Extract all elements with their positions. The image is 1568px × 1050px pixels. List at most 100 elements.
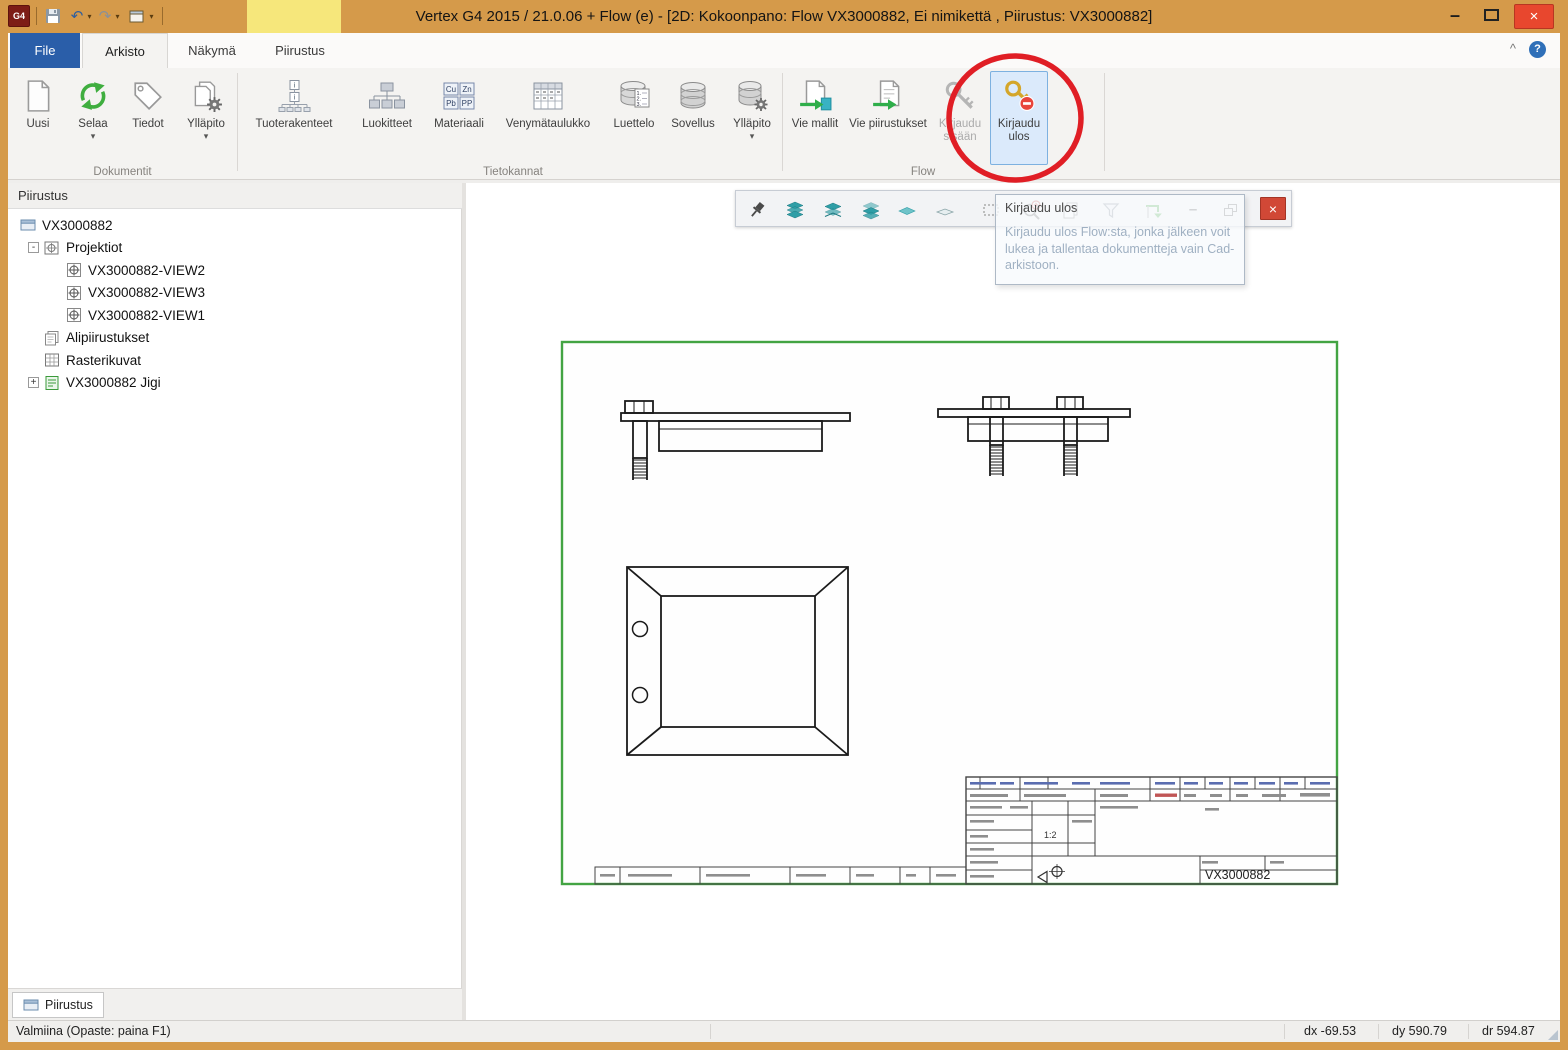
ribbon-button-vie-mallit[interactable]: Vie mallit xyxy=(788,71,842,165)
status-dr: dr 594.87 xyxy=(1482,1021,1535,1042)
status-dy: dy 590.79 xyxy=(1392,1021,1447,1042)
drawing-window-icon xyxy=(23,997,39,1013)
tree-item-view[interactable]: VX3000882-VIEW1 xyxy=(8,304,461,327)
ribbon-button-label: Vie piirustukset xyxy=(849,118,927,131)
quickbar-separator xyxy=(36,7,37,25)
tab-file[interactable]: File xyxy=(10,33,80,68)
svg-text:Cu: Cu xyxy=(446,85,456,94)
layer-flat-button[interactable] xyxy=(930,195,960,224)
ribbon-group-label: Flow xyxy=(788,166,1058,178)
svg-text:3.: 3. xyxy=(637,102,642,108)
save-button[interactable] xyxy=(42,5,64,27)
ribbon-button-yllapito-tietokannat[interactable]: Ylläpito ▾ xyxy=(724,71,780,165)
window-dropdown[interactable]: ▾ xyxy=(146,5,156,27)
ribbon-button-label: Kirjaudu sisään xyxy=(933,118,987,144)
product-structure-icon: ii xyxy=(276,79,313,113)
help-button[interactable]: ? xyxy=(1529,41,1546,58)
redo-dropdown[interactable]: ▾ xyxy=(112,5,122,27)
ribbon-button-luokitteet[interactable]: Luokitteet xyxy=(348,71,426,165)
undo-dropdown[interactable]: ▾ xyxy=(84,5,94,27)
pin-icon xyxy=(747,200,767,220)
database-icon xyxy=(676,80,710,112)
window-icon xyxy=(129,10,144,23)
status-bar: Valmiina (Opaste: paina F1) dx -69.53 dy… xyxy=(8,1020,1560,1042)
tab-arkisto[interactable]: Arkisto xyxy=(82,33,168,68)
ribbon-button-kirjaudu-ulos[interactable]: Kirjaudu ulos xyxy=(990,71,1048,165)
drawing-canvas[interactable] xyxy=(462,183,1560,1020)
view-crosshair-icon xyxy=(66,307,82,323)
browse-refresh-icon xyxy=(76,79,110,113)
subdrawings-icon xyxy=(44,330,60,346)
status-dx: dx -69.53 xyxy=(1304,1021,1356,1042)
layers-visible-button[interactable] xyxy=(856,195,886,224)
resize-grip[interactable] xyxy=(1548,1030,1558,1040)
layers-used-button[interactable] xyxy=(818,195,848,224)
ribbon-button-label: Ylläpito xyxy=(187,118,225,131)
projections-icon xyxy=(44,240,60,256)
close-button[interactable]: × xyxy=(1514,4,1554,29)
save-icon xyxy=(45,8,61,24)
svg-text:Pb: Pb xyxy=(446,99,456,108)
undo-icon: ↶ xyxy=(71,9,84,24)
ribbon-button-vie-piirustukset[interactable]: Vie piirustukset xyxy=(846,71,930,165)
collapse-ribbon-button[interactable]: ^ xyxy=(1510,41,1516,56)
tab-label: Piirustus xyxy=(45,998,93,1012)
tree-collapse-toggle[interactable]: - xyxy=(28,242,39,253)
tree-item-rasterikuvat[interactable]: Rasterikuvat xyxy=(8,349,461,372)
minimize-button[interactable]: – xyxy=(1440,4,1470,26)
tree-item-label: VX3000882 Jigi xyxy=(66,375,161,390)
app-logo-icon[interactable]: G4 xyxy=(8,5,30,27)
ribbon-button-selaa[interactable]: Selaa ▾ xyxy=(68,71,118,165)
close-icon: × xyxy=(1530,8,1539,25)
ribbon-button-sovellus[interactable]: Sovellus xyxy=(664,71,722,165)
window-frame-right xyxy=(1560,33,1568,1050)
tree-item-projektiot[interactable]: - Projektiot xyxy=(8,237,461,260)
toolbar-close-button[interactable]: × xyxy=(1260,197,1286,220)
window-title: Vertex G4 2015 / 21.0.06 + Flow (e) - [2… xyxy=(200,0,1368,33)
window-frame-bottom xyxy=(0,1042,1568,1050)
chevron-down-icon: ▾ xyxy=(115,12,119,21)
new-window-button[interactable] xyxy=(126,5,146,27)
status-message: Valmiina (Opaste: paina F1) xyxy=(16,1021,171,1042)
database-gear-icon xyxy=(735,80,769,112)
ribbon-button-tuoterakenteet[interactable]: ii Tuoterakenteet xyxy=(244,71,344,165)
drawing-window-icon xyxy=(20,217,36,233)
tree-item-view[interactable]: VX3000882-VIEW3 xyxy=(8,282,461,305)
tab-piirustus[interactable]: Piirustus xyxy=(256,33,344,68)
database-list-icon: 1.2.3. xyxy=(616,80,652,112)
raster-grid-icon xyxy=(44,352,60,368)
tree-expand-toggle[interactable]: + xyxy=(28,377,39,388)
ribbon-button-luettelo[interactable]: 1.2.3. Luettelo xyxy=(606,71,662,165)
ribbon-button-venymataulukko[interactable]: Venymätaulukko xyxy=(492,71,604,165)
ribbon-button-materiaali[interactable]: CuZnPbPP Materiaali xyxy=(428,71,490,165)
ribbon-button-tiedot[interactable]: Tiedot xyxy=(122,71,174,165)
tab-piirustus-bottom[interactable]: Piirustus xyxy=(12,992,104,1018)
minimize-icon: – xyxy=(1450,5,1460,26)
tab-nakyma[interactable]: Näkymä xyxy=(170,33,254,68)
classification-chart-icon xyxy=(369,81,405,111)
layer-flat-icon xyxy=(935,200,955,220)
layers-all-button[interactable] xyxy=(780,195,810,224)
export-models-icon xyxy=(798,79,832,113)
ribbon-button-label: Kirjaudu ulos xyxy=(991,118,1047,144)
ribbon: Uusi Selaa ▾ Tiedot Ylläpito ▾ Dokumenti… xyxy=(8,68,1560,180)
login-key-icon xyxy=(943,79,977,113)
materials-periodic-icon: CuZnPbPP xyxy=(443,81,475,111)
tooltip-kirjaudu-ulos: Kirjaudu ulos Kirjaudu ulos Flow:sta, jo… xyxy=(995,194,1245,285)
group-divider xyxy=(1104,73,1105,171)
tree-item-alipiirustukset[interactable]: Alipiirustukset xyxy=(8,327,461,350)
pin-toolbar-button[interactable] xyxy=(742,195,772,224)
maximize-button[interactable] xyxy=(1476,4,1506,26)
tree-item-root[interactable]: VX3000882 xyxy=(8,214,461,237)
status-divider xyxy=(1468,1024,1469,1039)
tree-item-view[interactable]: VX3000882-VIEW2 xyxy=(8,259,461,282)
view-crosshair-icon xyxy=(66,262,82,278)
dropdown-caret-icon: ▾ xyxy=(204,132,209,141)
ribbon-button-label: Venymätaulukko xyxy=(506,118,590,131)
view-crosshair-icon xyxy=(66,285,82,301)
redo-icon: ↷ xyxy=(99,9,112,24)
ribbon-button-uusi[interactable]: Uusi xyxy=(12,71,64,165)
ribbon-button-yllapito-dokumentit[interactable]: Ylläpito ▾ xyxy=(178,71,234,165)
tree-item-jigi[interactable]: + VX3000882 Jigi xyxy=(8,372,461,395)
layer-single-button[interactable] xyxy=(892,195,922,224)
